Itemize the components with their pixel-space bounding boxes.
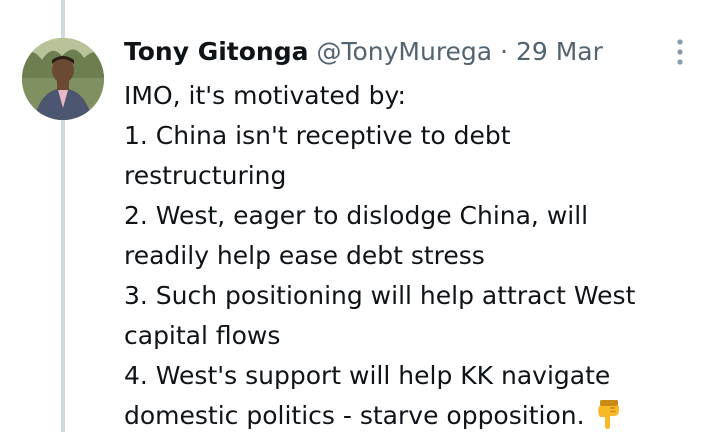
tweet-line: 2. West, eager to dislodge China, will <box>124 201 589 230</box>
tweet-line: IMO, it's motivated by: <box>124 81 406 110</box>
tweet-line: domestic politics - starve opposition. <box>124 401 585 430</box>
tweet-line: capital flows <box>124 321 281 350</box>
author-name[interactable]: Tony Gitonga <box>124 37 309 66</box>
tweet-line: 1. China isn't receptive to debt <box>124 121 511 150</box>
tweet-line: readily help ease debt stress <box>124 241 485 270</box>
tweet-date[interactable]: 29 Mar <box>516 37 603 66</box>
tweet-text: IMO, it's motivated by: 1. China isn't r… <box>124 76 714 436</box>
author-handle[interactable]: @TonyMurega <box>316 37 492 66</box>
tweet-line: restructuring <box>124 161 287 190</box>
tweet-line: 3. Such positioning will help attract We… <box>124 281 636 310</box>
tweet-header: Tony Gitonga @TonyMurega · 29 Mar <box>124 34 603 70</box>
meta-separator: · <box>492 37 516 66</box>
more-options-icon[interactable] <box>674 38 686 66</box>
tweet-last-line: domestic politics - starve opposition. <box>124 396 714 436</box>
tweet-line: 4. West's support will help KK navigate <box>124 361 611 390</box>
pointing-down-hand-emoji <box>593 398 623 442</box>
avatar[interactable] <box>22 38 104 120</box>
